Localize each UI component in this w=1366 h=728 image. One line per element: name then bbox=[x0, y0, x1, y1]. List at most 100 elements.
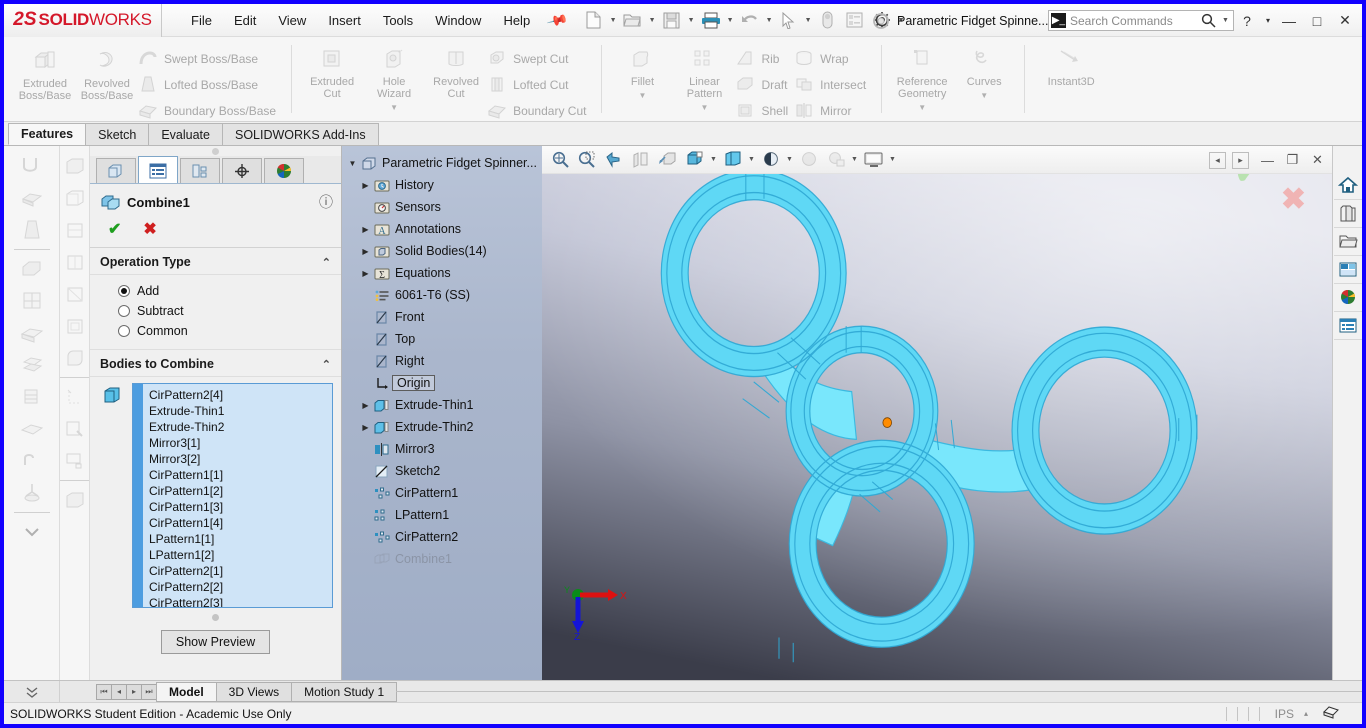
chevron-down-icon[interactable]: ▼ bbox=[746, 156, 757, 163]
tree-node-part[interactable]: ▼ Parametric Fidget Spinner... bbox=[346, 152, 540, 174]
view-orientation-icon[interactable] bbox=[654, 147, 681, 173]
confirmation-corner-cancel[interactable]: ✖ bbox=[1281, 182, 1306, 217]
undo-icon[interactable] bbox=[737, 7, 763, 33]
lofted-cut-icon[interactable] bbox=[16, 214, 48, 246]
rib-icon[interactable] bbox=[16, 317, 48, 349]
hide-show-items-icon[interactable] bbox=[719, 147, 746, 173]
zoom-to-area-icon[interactable] bbox=[573, 147, 600, 173]
collapse-panel-button[interactable] bbox=[4, 681, 60, 703]
tree-node-equations[interactable]: ▶ Σ Equations bbox=[346, 262, 540, 284]
new-document-icon[interactable] bbox=[581, 7, 607, 33]
sketch-tools-icon[interactable] bbox=[60, 413, 90, 445]
chevron-down-icon[interactable]: ▼ bbox=[686, 17, 697, 24]
reference-geometry-button[interactable]: ReferenceGeometry ▼ bbox=[891, 40, 953, 114]
list-item[interactable]: CirPattern1[2] bbox=[149, 483, 332, 499]
draft-button[interactable]: Draft bbox=[735, 72, 794, 98]
last-tab-button[interactable]: ⏭ bbox=[141, 684, 157, 700]
search-commands-box[interactable]: ▶_ Search Commands ▼ bbox=[1048, 10, 1234, 31]
expander-icon[interactable]: ▶ bbox=[359, 401, 372, 410]
select-cursor-icon[interactable] bbox=[776, 7, 802, 33]
chevron-down-icon[interactable]: ▼ bbox=[803, 17, 814, 24]
list-item[interactable]: CirPattern1[3] bbox=[149, 499, 332, 515]
tab-sketch[interactable]: Sketch bbox=[85, 123, 149, 145]
restore-left-icon[interactable]: ◂ bbox=[1209, 152, 1226, 169]
doc-restore-icon[interactable]: ❐ bbox=[1280, 147, 1305, 173]
tree-node-material[interactable]: 6061-T6 (SS) bbox=[346, 284, 540, 306]
tab-evaluate[interactable]: Evaluate bbox=[148, 123, 223, 145]
wire-box4-icon[interactable] bbox=[60, 278, 90, 310]
chevron-up-icon[interactable]: ⌃ bbox=[322, 256, 331, 269]
fillet-box-icon[interactable] bbox=[60, 342, 90, 374]
swept-boss-icon[interactable] bbox=[16, 150, 48, 182]
file-properties-icon[interactable] bbox=[842, 7, 868, 33]
next-tab-button[interactable]: ▸ bbox=[126, 684, 142, 700]
pin-icon[interactable]: 📌 bbox=[546, 8, 570, 31]
linear-pattern-button[interactable]: LinearPattern ▼ bbox=[673, 40, 735, 114]
revolved-boss-base-button[interactable]: RevolvedBoss/Base bbox=[76, 40, 138, 102]
wrap-button[interactable]: Wrap bbox=[794, 46, 872, 72]
display-style-icon[interactable] bbox=[681, 147, 708, 173]
list-item[interactable]: CirPattern2[2] bbox=[149, 579, 332, 595]
appearances-scenes-icon[interactable] bbox=[1334, 284, 1362, 312]
save-icon[interactable] bbox=[659, 7, 685, 33]
expander-icon[interactable]: ▶ bbox=[359, 423, 372, 432]
menu-item-help[interactable]: Help bbox=[492, 9, 541, 32]
chevron-down-icon[interactable]: ▼ bbox=[784, 156, 795, 163]
graphics-viewport[interactable]: ▼ ▼ ▼ ▼ ▼ ◂ ▸ — ❐ ✕ bbox=[542, 146, 1332, 680]
expander-icon[interactable]: ▶ bbox=[359, 181, 372, 190]
instant3d-button[interactable]: Instant3D bbox=[1034, 40, 1108, 88]
chevron-down-icon[interactable]: ▼ bbox=[887, 156, 898, 163]
body-icon[interactable] bbox=[60, 484, 90, 516]
chevron-up-icon[interactable]: ⌃ bbox=[322, 358, 331, 371]
view-palette-icon[interactable] bbox=[1334, 256, 1362, 284]
list-item[interactable]: Mirror3[2] bbox=[149, 451, 332, 467]
help-button[interactable]: ? bbox=[1234, 8, 1260, 34]
tree-node-mirror3[interactable]: Mirror3 bbox=[346, 438, 540, 460]
tree-node-cirpattern1[interactable]: CirPattern1 bbox=[346, 482, 540, 504]
chevron-down-icon[interactable]: ▼ bbox=[849, 156, 860, 163]
menu-item-tools[interactable]: Tools bbox=[372, 9, 424, 32]
open-document-icon[interactable] bbox=[620, 7, 646, 33]
tree-node-sketch2[interactable]: Sketch2 bbox=[346, 460, 540, 482]
display-manager-tab[interactable] bbox=[264, 158, 304, 183]
bodies-list[interactable]: CirPattern2[4] Extrude-Thin1 Extrude-Thi… bbox=[132, 383, 333, 608]
tab-solidworks-add-ins[interactable]: SOLIDWORKS Add-Ins bbox=[222, 123, 379, 145]
intersect-button[interactable]: Intersect bbox=[794, 72, 872, 98]
list-item[interactable]: LPattern1[1] bbox=[149, 531, 332, 547]
swept-boss-base-button[interactable]: Swept Boss/Base bbox=[138, 46, 282, 72]
solid-box-icon[interactable] bbox=[60, 150, 90, 182]
expander-icon[interactable]: ▶ bbox=[359, 269, 372, 278]
display-icon[interactable] bbox=[60, 445, 90, 477]
radio-common[interactable]: Common bbox=[118, 321, 341, 341]
maximize-button[interactable]: □ bbox=[1304, 8, 1330, 34]
tree-node-annotations[interactable]: ▶ A Annotations bbox=[346, 218, 540, 240]
previous-view-icon[interactable] bbox=[600, 147, 627, 173]
model-canvas[interactable] bbox=[542, 174, 1332, 680]
new-sketch-icon[interactable] bbox=[60, 381, 90, 413]
tree-node-sensors[interactable]: Sensors bbox=[346, 196, 540, 218]
show-preview-button[interactable]: Show Preview bbox=[161, 630, 270, 654]
list-item[interactable]: CirPattern1[1] bbox=[149, 467, 332, 483]
tree-node-lpattern1[interactable]: LPattern1 bbox=[346, 504, 540, 526]
expander-icon[interactable]: ▼ bbox=[346, 159, 359, 168]
chevron-down-icon[interactable]: ▼ bbox=[639, 90, 647, 102]
menu-item-edit[interactable]: Edit bbox=[223, 9, 267, 32]
operation-type-section-header[interactable]: Operation Type ⌃ bbox=[90, 248, 341, 275]
configuration-manager-tab[interactable] bbox=[180, 158, 220, 183]
boundary-boss-base-button[interactable]: Boundary Boss/Base bbox=[138, 98, 282, 124]
section-view-icon[interactable] bbox=[627, 147, 654, 173]
chevron-down-icon[interactable]: ▼ bbox=[608, 17, 619, 24]
wire-box2-icon[interactable] bbox=[60, 214, 90, 246]
prev-tab-button[interactable]: ◂ bbox=[111, 684, 127, 700]
view-settings-icon[interactable] bbox=[822, 147, 849, 173]
first-tab-button[interactable]: ⏮ bbox=[96, 684, 112, 700]
feature-manager-tab[interactable] bbox=[96, 158, 136, 183]
rib3-icon[interactable] bbox=[16, 381, 48, 413]
extruded-cut-button[interactable]: ExtrudedCut bbox=[301, 40, 363, 100]
solidworks-resources-icon[interactable] bbox=[1334, 172, 1362, 200]
menu-item-insert[interactable]: Insert bbox=[317, 9, 372, 32]
tab-model[interactable]: Model bbox=[156, 682, 217, 702]
lofted-boss-icon[interactable] bbox=[16, 182, 48, 214]
chevron-down-icon[interactable]: ▼ bbox=[647, 17, 658, 24]
fillet-button[interactable]: Fillet ▼ bbox=[611, 40, 673, 102]
